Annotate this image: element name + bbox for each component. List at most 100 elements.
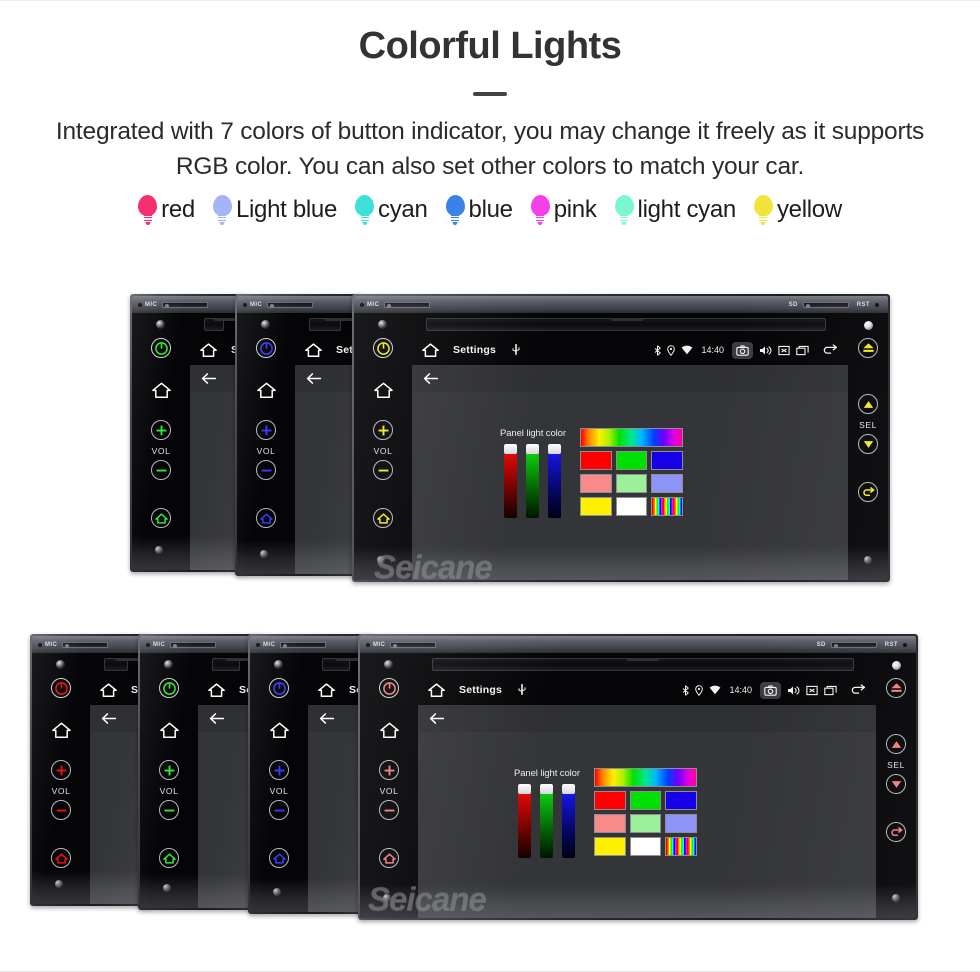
nav-back-button[interactable] bbox=[821, 344, 838, 356]
volume-down-button[interactable] bbox=[269, 800, 289, 820]
mode-button[interactable] bbox=[269, 848, 289, 868]
camera-button[interactable] bbox=[732, 341, 753, 359]
camera-icon[interactable] bbox=[736, 344, 749, 356]
select-up-button[interactable] bbox=[886, 734, 906, 754]
home-icon[interactable] bbox=[159, 722, 179, 738]
rotary-knob[interactable] bbox=[260, 550, 268, 558]
slider-thumb[interactable] bbox=[526, 444, 540, 454]
rotary-knob-right[interactable] bbox=[864, 556, 872, 564]
home-outline-icon[interactable] bbox=[318, 683, 335, 697]
power-icon[interactable] bbox=[272, 681, 286, 695]
rotary-knob[interactable] bbox=[155, 546, 163, 554]
volume-down-button[interactable] bbox=[51, 800, 71, 820]
home-button[interactable] bbox=[159, 720, 179, 740]
usb-icon[interactable] bbox=[512, 344, 520, 356]
hue-gradient-bar[interactable] bbox=[579, 428, 683, 447]
home-outline-icon[interactable] bbox=[428, 683, 445, 697]
home-button[interactable] bbox=[373, 380, 393, 400]
minus-icon[interactable] bbox=[383, 804, 396, 817]
back-arrow-icon[interactable] bbox=[306, 372, 322, 385]
mode-home-icon[interactable] bbox=[154, 512, 168, 524]
volume-up-button[interactable] bbox=[159, 760, 179, 780]
mode-home-icon[interactable] bbox=[259, 512, 273, 524]
eject-button[interactable] bbox=[886, 678, 906, 698]
eject-icon[interactable] bbox=[862, 342, 875, 354]
swatch-red[interactable] bbox=[593, 791, 626, 810]
back-arrow-icon[interactable] bbox=[861, 486, 875, 498]
home-button[interactable] bbox=[269, 720, 289, 740]
swatch-salmon[interactable] bbox=[579, 474, 612, 493]
screen-home-button[interactable] bbox=[305, 343, 322, 357]
home-outline-icon[interactable] bbox=[100, 683, 117, 697]
screen-home-button[interactable] bbox=[318, 683, 335, 697]
green-slider[interactable] bbox=[540, 784, 554, 858]
triangle-up-icon[interactable] bbox=[862, 399, 875, 410]
swatch-blue[interactable] bbox=[665, 791, 697, 810]
screen-home-button[interactable] bbox=[422, 343, 439, 357]
power-button[interactable] bbox=[379, 678, 399, 698]
swatch-green[interactable] bbox=[629, 791, 662, 810]
home-button[interactable] bbox=[51, 720, 71, 740]
volume-up-button[interactable] bbox=[379, 760, 399, 780]
usb-button[interactable] bbox=[512, 344, 520, 356]
usb-icon[interactable] bbox=[518, 684, 526, 696]
volume-icon[interactable] bbox=[759, 345, 772, 356]
plus-icon[interactable] bbox=[273, 764, 286, 777]
select-up-button[interactable] bbox=[858, 394, 878, 414]
green-slider[interactable] bbox=[526, 444, 540, 518]
slider-thumb[interactable] bbox=[540, 784, 554, 794]
swatch-lightgreen[interactable] bbox=[615, 474, 648, 493]
swatch-blue[interactable] bbox=[651, 451, 683, 470]
reset-pinhole[interactable] bbox=[875, 302, 879, 307]
volume-down-button[interactable] bbox=[159, 800, 179, 820]
recent-apps-icon[interactable] bbox=[796, 345, 809, 356]
volume-down-button[interactable] bbox=[151, 460, 171, 480]
home-button[interactable] bbox=[256, 380, 276, 400]
slider-thumb[interactable] bbox=[548, 444, 562, 454]
swatch-periwinkle[interactable] bbox=[665, 814, 697, 833]
swatch-yellow[interactable] bbox=[593, 837, 626, 856]
mode-button[interactable] bbox=[379, 848, 399, 868]
back-arrow-icon[interactable] bbox=[423, 372, 439, 385]
volume-down-button[interactable] bbox=[373, 460, 393, 480]
back-arrow-icon[interactable] bbox=[319, 712, 335, 725]
volume-down-button[interactable] bbox=[256, 460, 276, 480]
mode-home-icon[interactable] bbox=[382, 852, 396, 864]
screen-home-button[interactable] bbox=[200, 343, 217, 357]
mode-home-icon[interactable] bbox=[162, 852, 176, 864]
back-arrow-icon[interactable] bbox=[821, 344, 838, 356]
slider-thumb[interactable] bbox=[518, 784, 532, 794]
rotary-knob[interactable] bbox=[383, 894, 391, 902]
home-icon[interactable] bbox=[269, 722, 289, 738]
swatch-rainbow[interactable] bbox=[651, 497, 683, 516]
back-arrow-icon[interactable] bbox=[849, 684, 866, 696]
mode-button[interactable] bbox=[51, 848, 71, 868]
select-down-button[interactable] bbox=[886, 774, 906, 794]
triangle-down-icon[interactable] bbox=[862, 439, 875, 450]
power-icon[interactable] bbox=[162, 681, 176, 695]
camera-button[interactable] bbox=[760, 681, 781, 699]
home-button[interactable] bbox=[151, 380, 171, 400]
recent-apps-icon[interactable] bbox=[824, 685, 837, 696]
mode-home-icon[interactable] bbox=[376, 512, 390, 524]
close-box-icon[interactable] bbox=[778, 345, 790, 356]
power-button[interactable] bbox=[373, 338, 393, 358]
screen-home-button[interactable] bbox=[428, 683, 445, 697]
back-button[interactable] bbox=[306, 372, 322, 385]
swatch-red[interactable] bbox=[579, 451, 612, 470]
camera-icon[interactable] bbox=[764, 684, 777, 696]
swatch-yellow[interactable] bbox=[579, 497, 612, 516]
rotary-knob[interactable] bbox=[377, 556, 385, 564]
back-arrow-icon[interactable] bbox=[201, 372, 217, 385]
volume-icon[interactable] bbox=[787, 685, 800, 696]
back-button[interactable] bbox=[209, 712, 225, 725]
back-button[interactable] bbox=[101, 712, 117, 725]
power-icon[interactable] bbox=[382, 681, 396, 695]
mode-button[interactable] bbox=[373, 508, 393, 528]
home-icon[interactable] bbox=[51, 722, 71, 738]
home-icon[interactable] bbox=[151, 382, 171, 398]
rotary-knob-right[interactable] bbox=[892, 894, 900, 902]
volume-up-button[interactable] bbox=[269, 760, 289, 780]
home-icon[interactable] bbox=[373, 382, 393, 398]
mode-button[interactable] bbox=[256, 508, 276, 528]
